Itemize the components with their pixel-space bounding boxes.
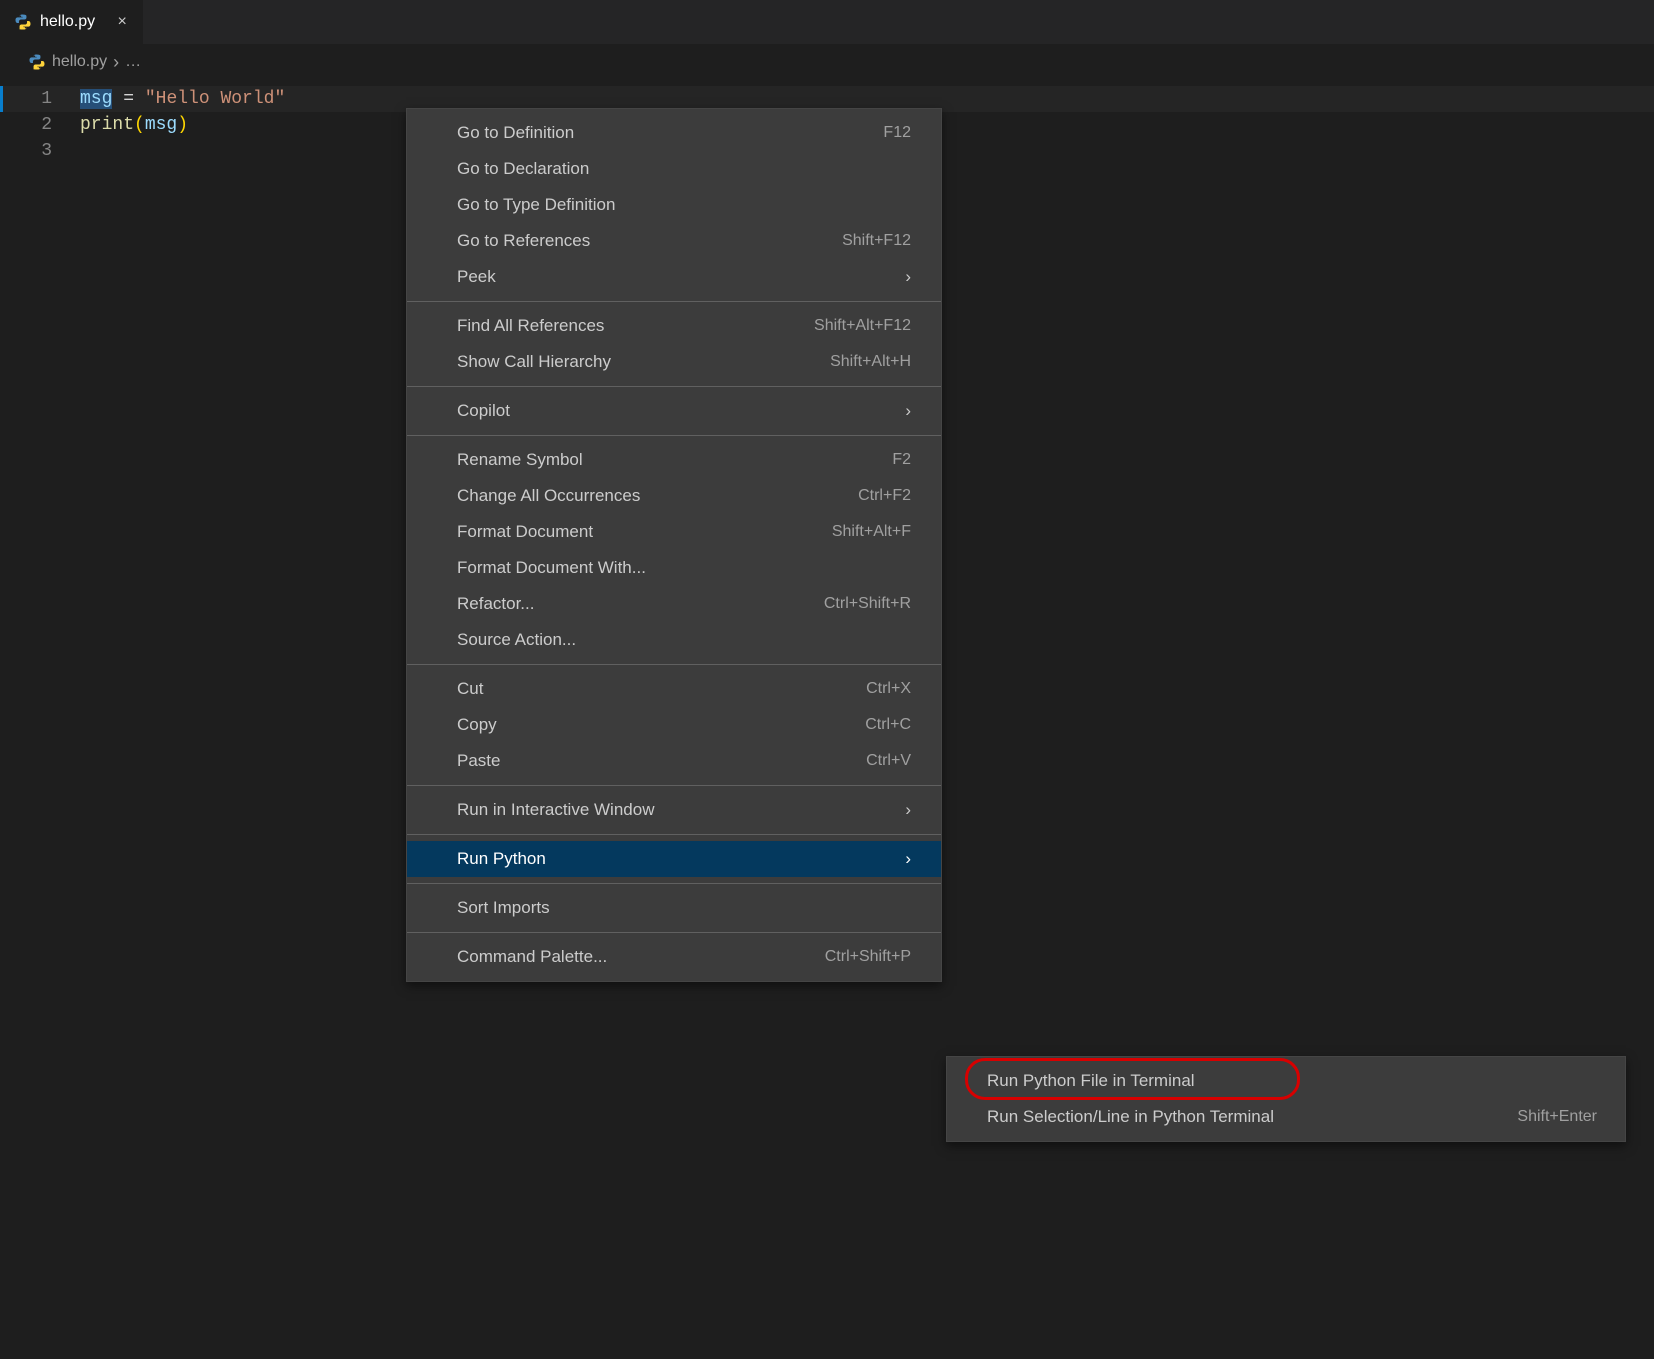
menu-shortcut: Ctrl+F2: [858, 487, 911, 505]
menu-shortcut: Shift+Alt+F: [832, 523, 911, 541]
menu-item[interactable]: Find All References Shift+Alt+F12: [407, 308, 941, 344]
menu-shortcut: F2: [892, 451, 911, 469]
line-number: 1: [0, 86, 80, 112]
menu-separator: [407, 435, 941, 436]
menu-shortcut: Shift+F12: [842, 232, 911, 250]
menu-item-label: Go to Type Definition: [457, 195, 615, 215]
close-icon[interactable]: ×: [113, 13, 131, 31]
menu-separator: [407, 301, 941, 302]
menu-item[interactable]: Peek ›: [407, 259, 941, 295]
menu-item[interactable]: Run in Interactive Window ›: [407, 792, 941, 828]
tab-bar: hello.py ×: [0, 0, 1654, 44]
menu-item-label: Format Document: [457, 522, 593, 542]
menu-separator: [407, 932, 941, 933]
menu-item[interactable]: Cut Ctrl+X: [407, 671, 941, 707]
menu-item[interactable]: Copy Ctrl+C: [407, 707, 941, 743]
menu-item[interactable]: Change All Occurrences Ctrl+F2: [407, 478, 941, 514]
line-number: 3: [0, 138, 80, 164]
line-content[interactable]: msg = "Hello World": [80, 86, 285, 112]
menu-item-label: Copilot: [457, 401, 510, 421]
chevron-right-icon: ›: [113, 52, 119, 73]
menu-item-label: Refactor...: [457, 594, 534, 614]
chevron-right-icon: ›: [905, 267, 911, 287]
menu-shortcut: Ctrl+Shift+R: [824, 595, 911, 613]
menu-item-label: Run Python: [457, 849, 546, 869]
menu-shortcut: Ctrl+Shift+P: [825, 948, 911, 966]
submenu-run-python: Run Python File in Terminal Run Selection…: [946, 1056, 1626, 1142]
menu-item[interactable]: Sort Imports: [407, 890, 941, 926]
menu-shortcut: F12: [883, 124, 911, 142]
menu-shortcut: Ctrl+X: [866, 680, 911, 698]
menu-item[interactable]: Copilot ›: [407, 393, 941, 429]
menu-item[interactable]: Go to Declaration: [407, 151, 941, 187]
menu-shortcut: Shift+Alt+F12: [814, 317, 911, 335]
menu-item[interactable]: Show Call Hierarchy Shift+Alt+H: [407, 344, 941, 380]
menu-item-label: Go to Definition: [457, 123, 574, 143]
menu-item[interactable]: Run Selection/Line in Python Terminal Shi…: [947, 1099, 1625, 1135]
chevron-right-icon: ›: [905, 401, 911, 421]
menu-item-label: Show Call Hierarchy: [457, 352, 611, 372]
menu-item[interactable]: Command Palette... Ctrl+Shift+P: [407, 939, 941, 975]
menu-item[interactable]: Go to Definition F12: [407, 115, 941, 151]
editor-tab[interactable]: hello.py ×: [0, 0, 144, 44]
menu-item[interactable]: Run Python ›: [407, 841, 941, 877]
menu-shortcut: Shift+Alt+H: [830, 353, 911, 371]
menu-item[interactable]: Rename Symbol F2: [407, 442, 941, 478]
menu-item-label: Rename Symbol: [457, 450, 583, 470]
line-content[interactable]: print(msg): [80, 112, 188, 138]
menu-separator: [407, 386, 941, 387]
menu-item-label: Change All Occurrences: [457, 486, 640, 506]
menu-shortcut: Ctrl+C: [865, 716, 911, 734]
menu-item-label: Sort Imports: [457, 898, 550, 918]
menu-item-label: Format Document With...: [457, 558, 646, 578]
breadcrumb-filename[interactable]: hello.py: [52, 53, 107, 71]
menu-item-label: Go to References: [457, 231, 590, 251]
menu-separator: [407, 664, 941, 665]
breadcrumb[interactable]: hello.py › …: [0, 44, 1654, 80]
menu-shortcut: Shift+Enter: [1517, 1108, 1597, 1126]
menu-item[interactable]: Go to References Shift+F12: [407, 223, 941, 259]
line-number: 2: [0, 112, 80, 138]
menu-item-label: Run Python File in Terminal: [987, 1071, 1195, 1091]
menu-separator: [407, 785, 941, 786]
menu-item[interactable]: Format Document Shift+Alt+F: [407, 514, 941, 550]
context-menu: Go to Definition F12 Go to Declaration Go t…: [406, 108, 942, 982]
menu-item-label: Paste: [457, 751, 500, 771]
menu-separator: [407, 834, 941, 835]
menu-item[interactable]: Go to Type Definition: [407, 187, 941, 223]
menu-item-label: Copy: [457, 715, 497, 735]
menu-item-label: Source Action...: [457, 630, 576, 650]
menu-item-label: Peek: [457, 267, 496, 287]
tab-filename: hello.py: [40, 13, 95, 31]
chevron-right-icon: ›: [905, 849, 911, 869]
menu-item[interactable]: Paste Ctrl+V: [407, 743, 941, 779]
breadcrumb-ellipsis[interactable]: …: [125, 53, 141, 71]
menu-item-label: Run in Interactive Window: [457, 800, 654, 820]
menu-item-label: Run Selection/Line in Python Terminal: [987, 1107, 1274, 1127]
menu-item-label: Go to Declaration: [457, 159, 589, 179]
menu-item[interactable]: Format Document With...: [407, 550, 941, 586]
python-icon: [14, 13, 32, 31]
menu-item[interactable]: Run Python File in Terminal: [947, 1063, 1625, 1099]
menu-separator: [407, 883, 941, 884]
menu-item[interactable]: Source Action...: [407, 622, 941, 658]
chevron-right-icon: ›: [905, 800, 911, 820]
python-icon: [28, 53, 46, 71]
menu-item-label: Find All References: [457, 316, 604, 336]
menu-item-label: Command Palette...: [457, 947, 607, 967]
menu-item[interactable]: Refactor... Ctrl+Shift+R: [407, 586, 941, 622]
menu-item-label: Cut: [457, 679, 483, 699]
menu-shortcut: Ctrl+V: [866, 752, 911, 770]
